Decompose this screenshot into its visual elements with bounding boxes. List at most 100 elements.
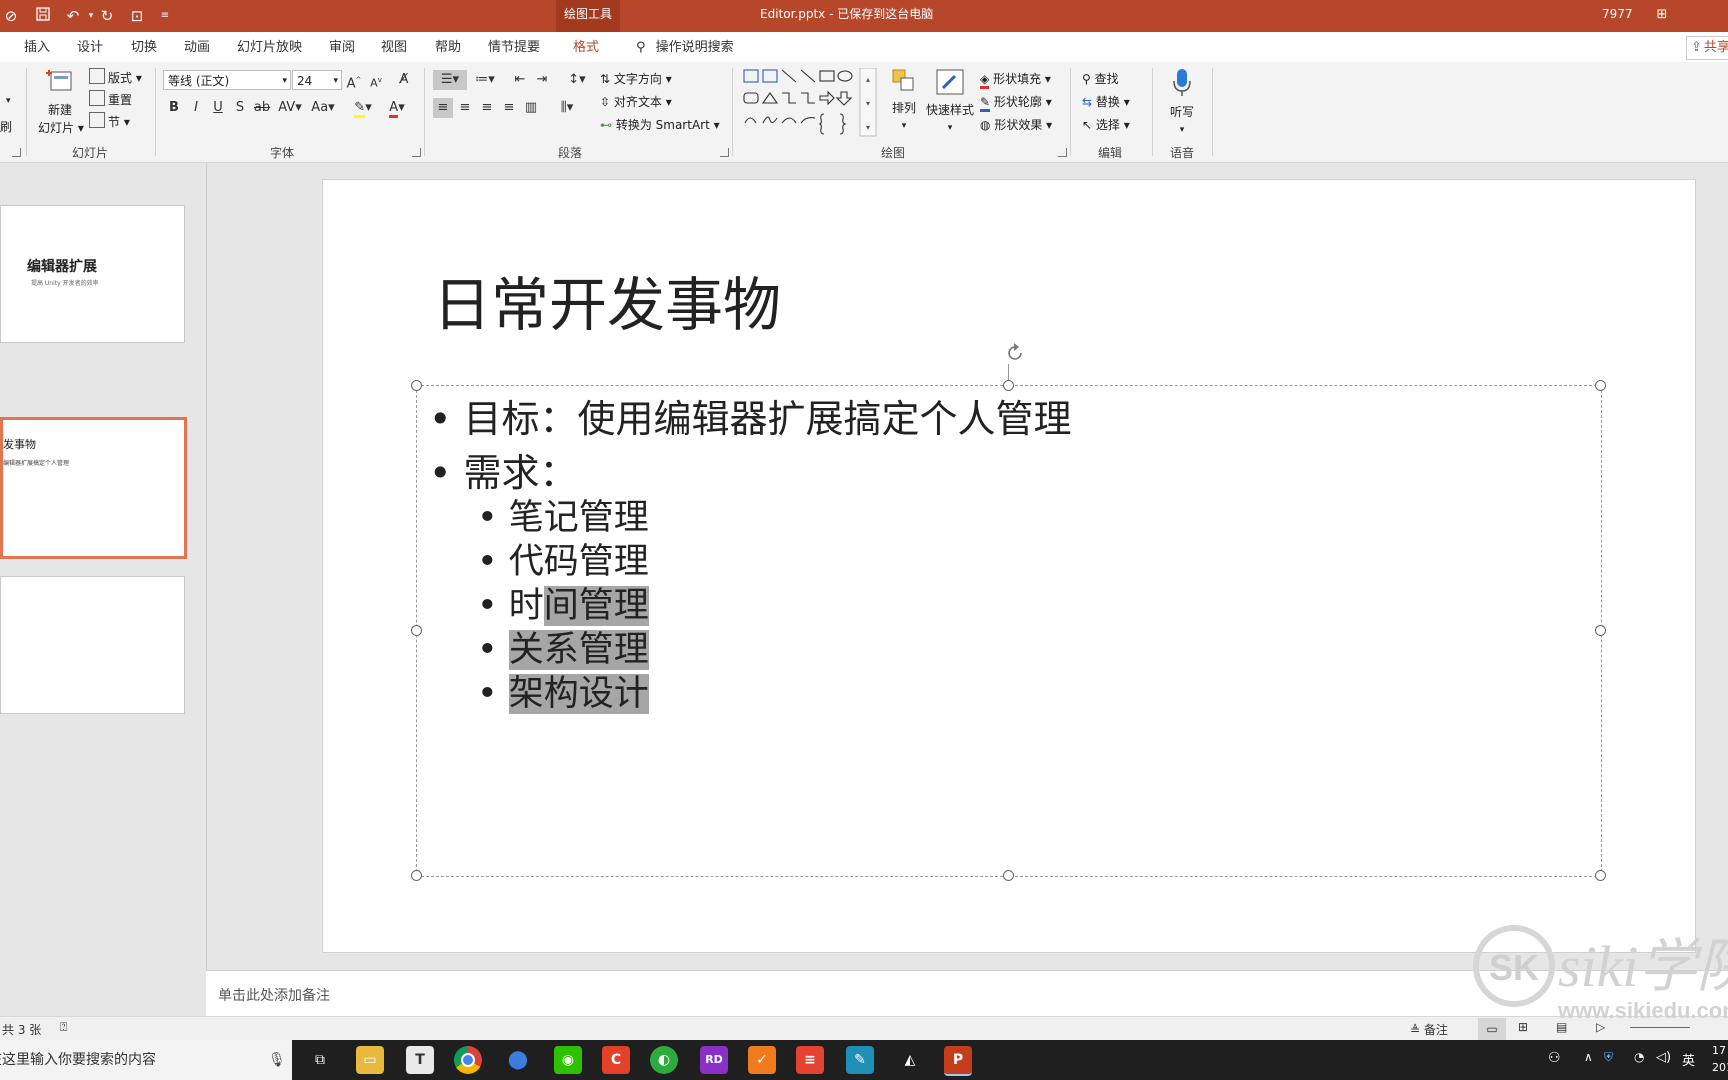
italic-icon[interactable]: I — [186, 98, 206, 118]
taskbar-search-box[interactable]: 在这里输入你要搜索的内容 🎙︎ — [0, 1040, 292, 1080]
chrome-icon[interactable] — [454, 1046, 482, 1074]
quick-styles-button[interactable]: 快速样式 ▾ — [924, 68, 976, 137]
clipboard-launcher-icon[interactable] — [12, 148, 21, 157]
app-green-icon[interactable]: ◐ — [650, 1046, 678, 1074]
wechat-icon[interactable]: ◉ — [554, 1046, 582, 1074]
notes-pane[interactable]: 单击此处添加备注 — [206, 970, 1728, 1017]
show-hidden-icons[interactable]: ∧ — [1584, 1050, 1593, 1064]
slide-thumbnail-1[interactable]: 编辑器扩展 提高 Unity 开发者的效率 — [0, 205, 185, 343]
justify-icon[interactable]: ≡ — [499, 98, 519, 118]
tab-storyboard[interactable]: 情节提要 — [488, 32, 540, 62]
font-color-icon[interactable]: A▾ — [384, 98, 410, 118]
slideshow-view-icon[interactable]: ▷ — [1596, 1020, 1605, 1034]
presentation-icon[interactable]: ⊡ — [126, 6, 148, 26]
columns-icon[interactable]: ⫼▾ — [553, 98, 581, 118]
tab-review[interactable]: 审阅 — [329, 32, 355, 62]
resize-handle-s[interactable] — [1003, 870, 1014, 881]
slide-thumbnail-3[interactable] — [0, 576, 185, 714]
font-size-combo[interactable]: 24 ▾ — [292, 70, 342, 90]
underline-icon[interactable]: U — [208, 98, 228, 118]
align-left-icon[interactable]: ≡ — [433, 98, 453, 118]
clock[interactable]: 17 2019 — [1712, 1042, 1728, 1076]
font-launcher-icon[interactable] — [412, 148, 421, 157]
dictate-button[interactable]: 听写 ▾ — [1162, 68, 1202, 139]
powerpoint-icon[interactable]: P — [944, 1046, 972, 1076]
todoist-icon[interactable]: ≡ — [796, 1046, 824, 1074]
shapes-gallery[interactable]: ▴ ▾ ▾ — [742, 67, 878, 138]
task-app-icon[interactable]: ✓ — [748, 1046, 776, 1074]
highlight-color-icon[interactable]: ✎▾ — [350, 98, 376, 118]
slide-title[interactable]: 日常开发事物 — [433, 258, 781, 342]
ime-indicator[interactable]: 英 — [1682, 1050, 1695, 1069]
strikethrough-icon[interactable]: ab — [252, 98, 272, 118]
rider-icon[interactable]: RD — [700, 1046, 728, 1074]
align-right-icon[interactable]: ≡ — [477, 98, 497, 118]
maps-icon[interactable]: ⬤ — [504, 1046, 532, 1074]
shape-fill-button[interactable]: ◈ 形状填充 ▾ — [980, 70, 1051, 89]
file-explorer-icon[interactable]: ▭ — [356, 1046, 384, 1074]
network-icon[interactable]: ◔ — [1634, 1050, 1644, 1064]
bold-icon[interactable]: B — [164, 98, 184, 118]
tab-format[interactable]: 格式 — [573, 32, 599, 62]
people-icon[interactable]: ⚇ — [1548, 1050, 1561, 1066]
redo-icon[interactable]: ↻ — [96, 6, 118, 26]
resize-handle-se[interactable] — [1595, 870, 1606, 881]
sub-bullet-item[interactable]: • 架构设计 — [477, 665, 649, 716]
new-slide-button[interactable]: 新建 幻灯片 ▾ — [38, 68, 84, 137]
editor-app-icon[interactable]: ✎ — [846, 1046, 874, 1074]
typora-icon[interactable]: T — [406, 1046, 434, 1074]
distributed-icon[interactable]: ▥ — [521, 98, 541, 118]
format-painter-button[interactable]: 刷 — [0, 118, 12, 136]
increase-font-icon[interactable]: A^ — [344, 70, 364, 91]
paste-dropdown-icon[interactable]: ▾ — [6, 92, 11, 110]
bullet-item[interactable]: • 目标：使用编辑器扩展搞定个人管理 — [429, 388, 1072, 443]
resize-handle-nw[interactable] — [411, 380, 422, 391]
tab-help[interactable]: 帮助 — [435, 32, 461, 62]
replace-button[interactable]: ⇆ 替换 ▾ — [1082, 93, 1130, 111]
rotate-handle-icon[interactable] — [1003, 341, 1027, 365]
tell-me-search[interactable]: ⚲ 操作说明搜索 — [636, 32, 734, 62]
text-direction-button[interactable]: ⇅ 文字方向 ▾ — [600, 70, 672, 88]
autosave-icon[interactable]: ⊘ — [0, 6, 22, 26]
accessibility-icon[interactable]: ⍰ — [60, 1020, 67, 1035]
zoom-slider[interactable] — [1630, 1027, 1690, 1028]
notes-placeholder[interactable]: 单击此处添加备注 — [218, 985, 330, 1005]
tab-insert[interactable]: 插入 — [24, 32, 50, 62]
character-spacing-icon[interactable]: AV▾ — [276, 98, 304, 118]
tab-design[interactable]: 设计 — [77, 32, 103, 62]
arrange-button[interactable]: 排列 ▾ — [886, 68, 922, 135]
reading-view-icon[interactable]: ▤ — [1556, 1020, 1567, 1034]
slide-thumbnails-pane[interactable]: 编辑器扩展 提高 Unity 开发者的效率 发事物 编辑器扩展搞定个人管理 — [0, 163, 207, 970]
numbering-icon[interactable]: ≔▾ — [470, 70, 500, 90]
reset-button[interactable]: 重置 — [89, 90, 132, 109]
resize-handle-ne[interactable] — [1595, 380, 1606, 391]
align-center-icon[interactable]: ≡ — [455, 98, 475, 118]
resize-handle-w[interactable] — [411, 625, 422, 636]
section-button[interactable]: 节 ▾ — [89, 112, 130, 131]
customize-toolbar-icon[interactable]: ≡ — [154, 6, 176, 26]
resize-handle-e[interactable] — [1595, 625, 1606, 636]
volume-icon[interactable]: ◁) — [1656, 1050, 1671, 1065]
tab-view[interactable]: 视图 — [381, 32, 407, 62]
shape-effects-button[interactable]: ◍ 形状效果 ▾ — [980, 116, 1052, 134]
notes-button[interactable]: ≜ 备注 — [1410, 1021, 1448, 1038]
tab-transitions[interactable]: 切换 — [131, 32, 157, 62]
content-textbox[interactable]: • 目标：使用编辑器扩展搞定个人管理 • 需求： • 笔记管理 • 代码管理 •… — [411, 380, 1606, 881]
ribbon-display-options-icon[interactable]: ⊞ — [1652, 6, 1672, 24]
slide-sorter-icon[interactable]: ⊞ — [1518, 1020, 1528, 1034]
resize-handle-sw[interactable] — [411, 870, 422, 881]
text-shadow-icon[interactable]: S — [230, 98, 250, 118]
tab-animations[interactable]: 动画 — [184, 32, 210, 62]
code-editor-icon[interactable]: C — [602, 1046, 630, 1074]
shape-outline-button[interactable]: ✎ 形状轮廓 ▾ — [980, 93, 1052, 112]
decrease-font-icon[interactable]: Av — [366, 70, 386, 90]
bullets-icon[interactable]: ☰▾ — [433, 70, 467, 90]
task-view-icon[interactable]: ⧉ — [306, 1046, 334, 1074]
paragraph-launcher-icon[interactable] — [720, 148, 729, 157]
align-text-button[interactable]: ⇳ 对齐文本 ▾ — [600, 93, 672, 111]
decrease-indent-icon[interactable]: ⇤ — [510, 70, 530, 90]
change-case-icon[interactable]: Aa▾ — [308, 98, 338, 118]
convert-smartart-button[interactable]: ⊷ 转换为 SmartArt ▾ — [600, 116, 720, 134]
select-button[interactable]: ↖ 选择 ▾ — [1082, 116, 1130, 134]
font-name-combo[interactable]: 等线 (正文) ▾ — [163, 70, 291, 90]
